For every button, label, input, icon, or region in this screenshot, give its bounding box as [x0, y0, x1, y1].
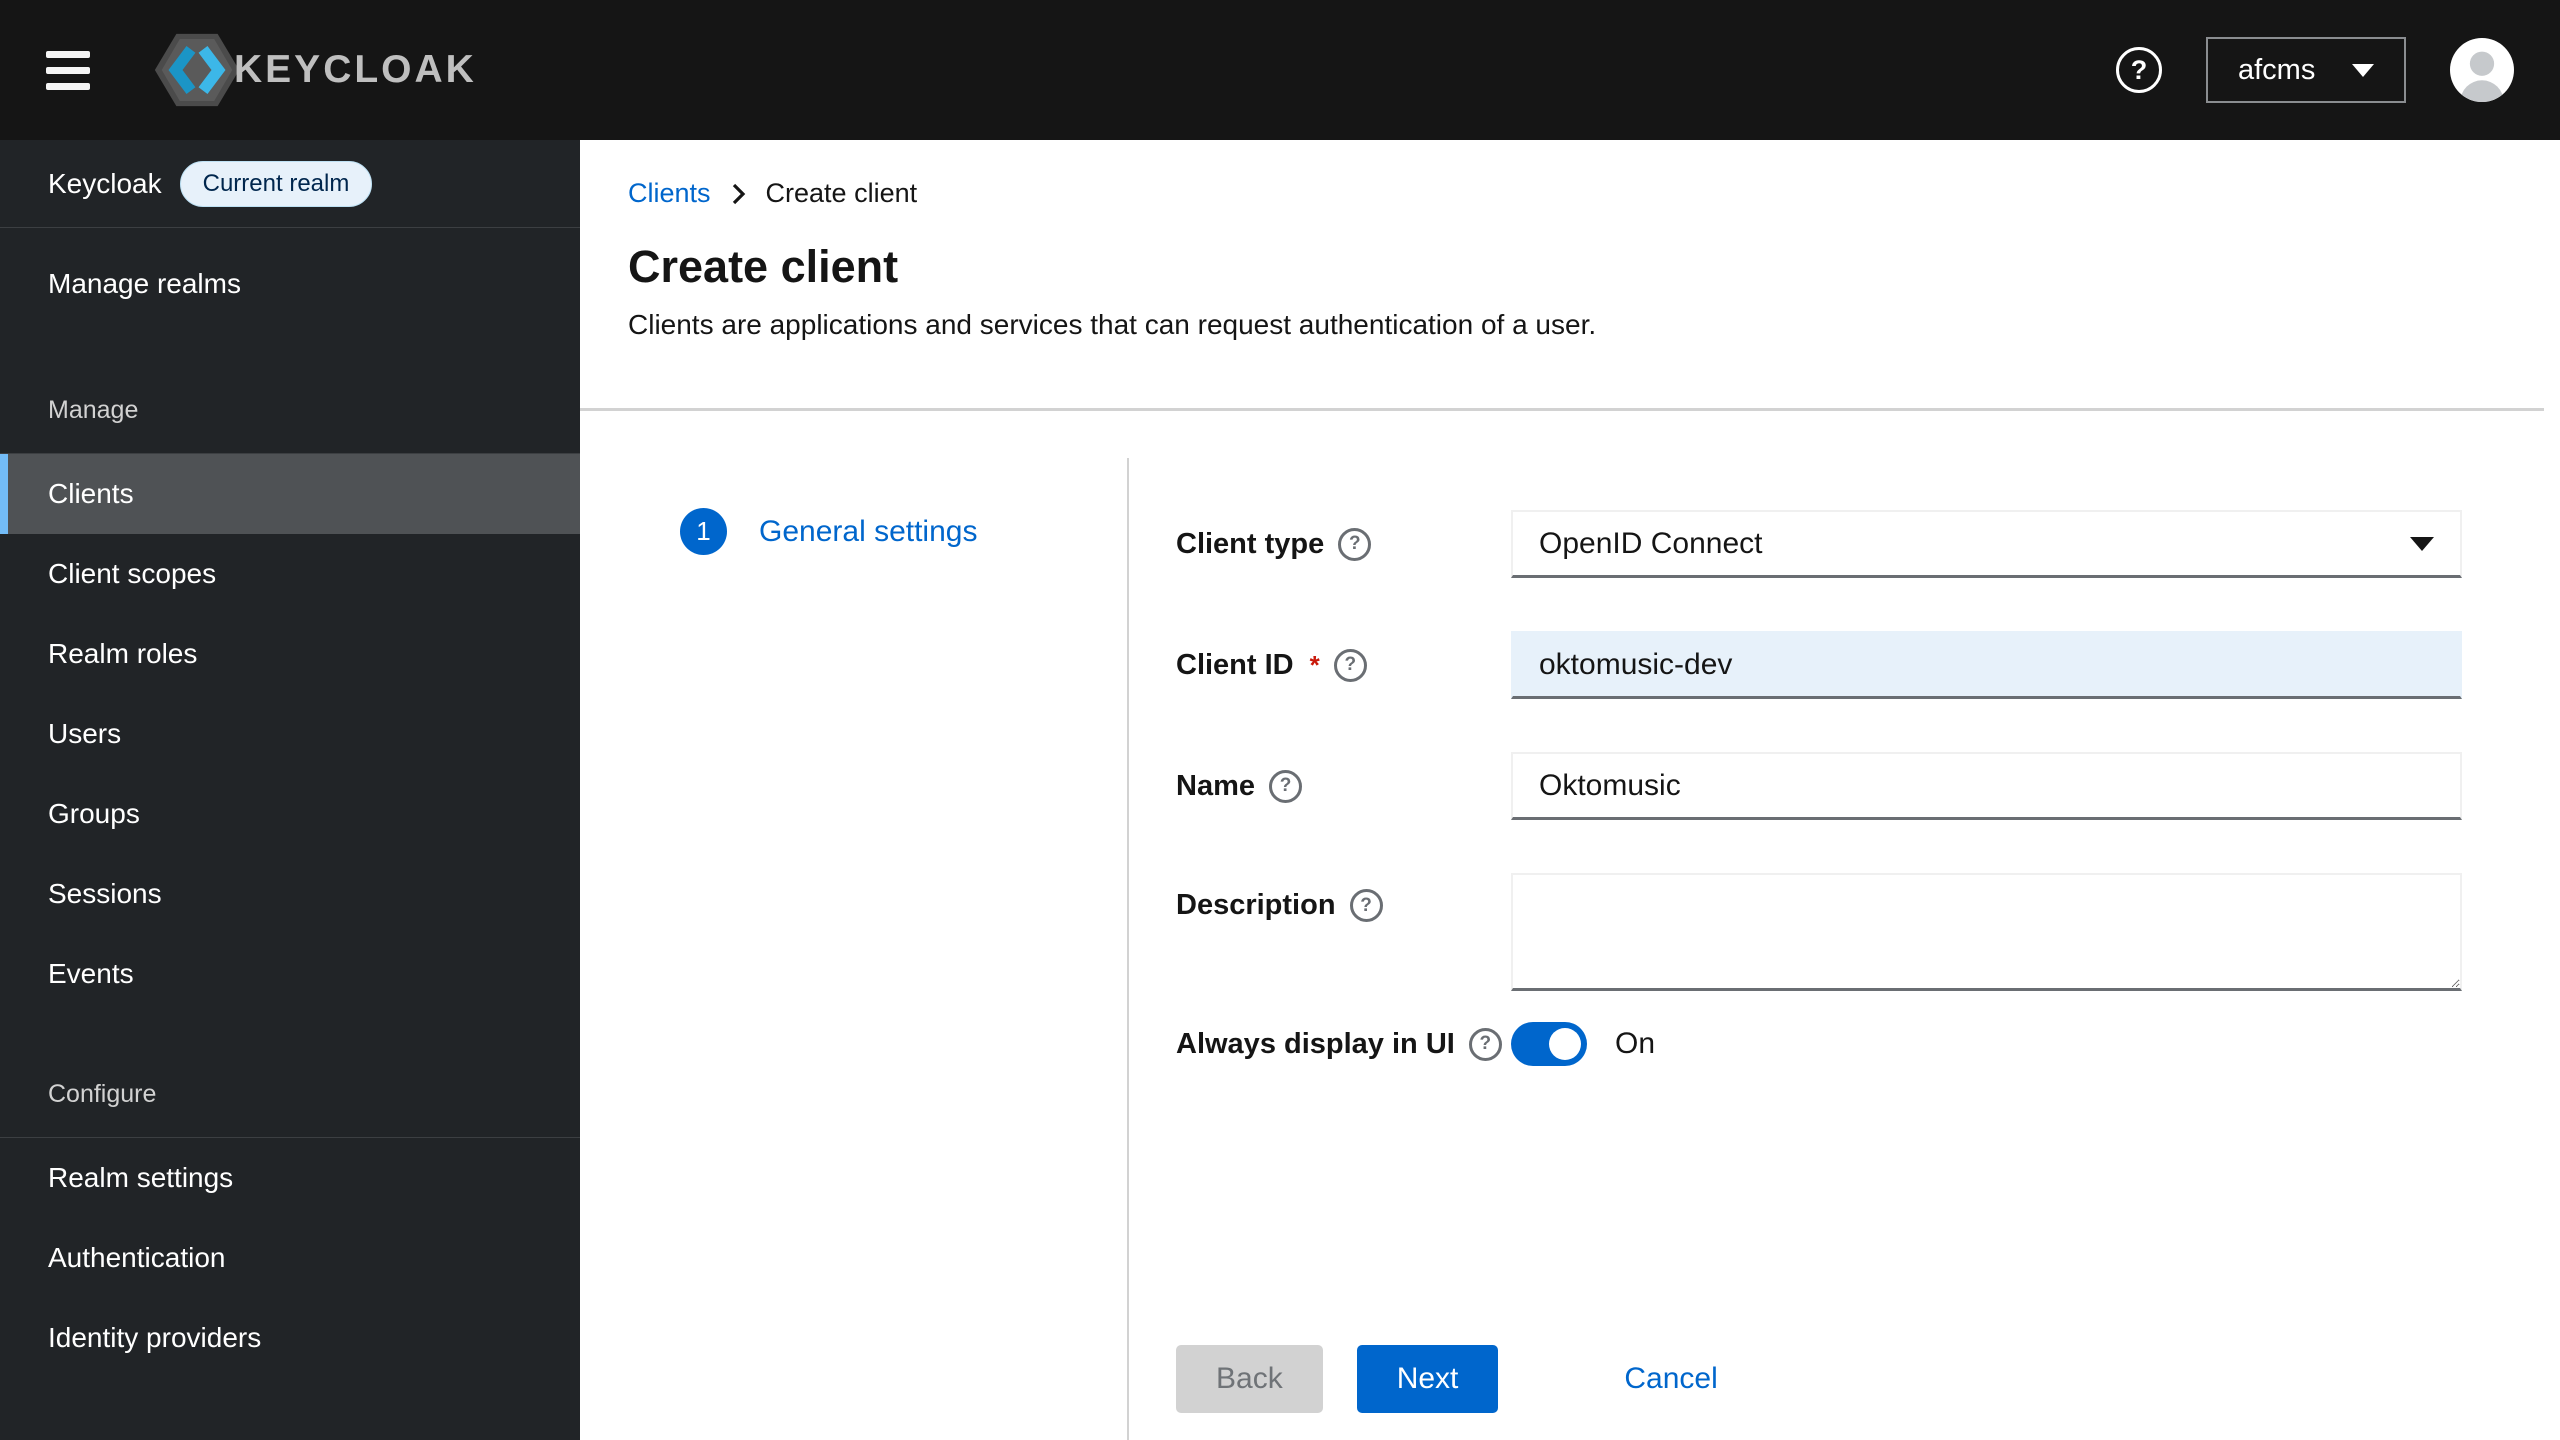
client-id-input[interactable] [1511, 631, 2462, 699]
next-button[interactable]: Next [1356, 1345, 1499, 1413]
name-label: Name [1176, 769, 1255, 802]
form-row-name: Name ? [1176, 752, 2462, 820]
chevron-down-icon [2410, 536, 2434, 551]
wizard-divider [1127, 458, 1129, 1440]
description-label-group: Description ? [1176, 873, 1511, 922]
sidebar-item-clients[interactable]: Clients [0, 454, 580, 534]
back-button[interactable]: Back [1176, 1345, 1323, 1413]
form-row-always-display: Always display in UI ? On [1176, 1022, 2462, 1066]
help-icon[interactable]: ? [2116, 47, 2162, 93]
toggle-state-label: On [1615, 1027, 1656, 1060]
sidebar-item-client-scopes[interactable]: Client scopes [0, 534, 580, 614]
client-id-label-group: Client ID * ? [1176, 648, 1511, 682]
avatar[interactable] [2450, 38, 2514, 102]
sidebar-section-manage: Manage Clients Client scopes Realm roles… [0, 396, 580, 1014]
name-input[interactable] [1511, 752, 2462, 820]
nav-toggle-button[interactable] [46, 46, 102, 94]
form-row-description: Description ? [1176, 873, 2462, 996]
chevron-down-icon [2352, 63, 2374, 77]
wizard-step-general-settings[interactable]: 1 General settings [680, 508, 977, 555]
description-textarea[interactable] [1511, 873, 2462, 991]
realm-switcher-value: afcms [2238, 53, 2316, 86]
step-number-badge: 1 [680, 508, 727, 555]
client-type-label: Client type [1176, 527, 1325, 560]
form-row-client-id: Client ID * ? [1176, 631, 2462, 699]
brand-text: KEYCLOAK [234, 48, 477, 91]
page-title: Create client [628, 241, 899, 292]
client-id-label: Client ID [1176, 648, 1294, 681]
always-display-help-icon[interactable]: ? [1468, 1027, 1502, 1061]
page-header: Clients Create client Create client Clie… [580, 140, 2560, 341]
sidebar-item-authentication[interactable]: Authentication [0, 1218, 580, 1298]
main-content: Clients Create client Create client Clie… [580, 140, 2560, 1440]
page-subtitle: Clients are applications and services th… [628, 309, 1597, 340]
sidebar-item-users[interactable]: Users [0, 694, 580, 774]
step-label: General settings [759, 514, 978, 548]
hamburger-icon [46, 50, 90, 58]
form-row-client-type: Client type ? OpenID Connect [1176, 510, 2462, 578]
keycloak-hexagon-icon [154, 33, 240, 107]
breadcrumb-link-clients[interactable]: Clients [628, 178, 711, 209]
always-display-label: Always display in UI [1176, 1027, 1455, 1060]
description-label: Description [1176, 889, 1336, 921]
cancel-button[interactable]: Cancel [1624, 1362, 1717, 1396]
sidebar: Keycloak Current realm Manage realms Man… [0, 140, 580, 1440]
description-help-icon[interactable]: ? [1349, 889, 1383, 922]
wizard-footer: Back Next Cancel [1176, 1345, 2462, 1413]
user-icon [2460, 51, 2504, 102]
sidebar-item-identity-providers[interactable]: Identity providers [0, 1298, 580, 1378]
sidebar-item-manage-realms[interactable]: Manage realms [0, 244, 580, 324]
always-display-label-group: Always display in UI ? [1176, 1027, 1511, 1061]
sidebar-item-groups[interactable]: Groups [0, 774, 580, 854]
client-type-help-icon[interactable]: ? [1338, 527, 1372, 561]
realm-name: Keycloak [48, 167, 162, 199]
masthead: KEYCLOAK ? afcms [0, 0, 2560, 140]
sidebar-item-events[interactable]: Events [0, 934, 580, 1014]
toggle-knob [1549, 1028, 1581, 1060]
client-type-select[interactable]: OpenID Connect [1511, 510, 2462, 578]
divider [580, 408, 2544, 411]
keycloak-logo: KEYCLOAK [154, 32, 477, 108]
client-type-label-group: Client type ? [1176, 527, 1511, 561]
sidebar-item-realm-roles[interactable]: Realm roles [0, 614, 580, 694]
always-display-toggle[interactable] [1511, 1022, 1587, 1066]
client-id-help-icon[interactable]: ? [1333, 648, 1367, 682]
current-realm-badge: Current realm [179, 160, 373, 207]
name-help-icon[interactable]: ? [1269, 769, 1302, 803]
client-type-value: OpenID Connect [1539, 526, 1763, 560]
sidebar-item-realm-settings[interactable]: Realm settings [0, 1138, 580, 1218]
realm-header: Keycloak Current realm [0, 140, 580, 228]
sidebar-item-sessions[interactable]: Sessions [0, 854, 580, 934]
realm-switcher-dropdown[interactable]: afcms [2206, 37, 2406, 103]
name-label-group: Name ? [1176, 769, 1511, 803]
breadcrumb-current: Create client [765, 178, 918, 208]
section-title-configure: Configure [48, 1080, 157, 1108]
chevron-right-icon [732, 183, 745, 204]
required-asterisk: * [1309, 649, 1320, 680]
sidebar-section-configure: Configure Realm settings Authentication … [0, 1080, 580, 1378]
breadcrumb: Clients Create client [628, 178, 2560, 209]
section-title-manage: Manage [48, 396, 139, 424]
